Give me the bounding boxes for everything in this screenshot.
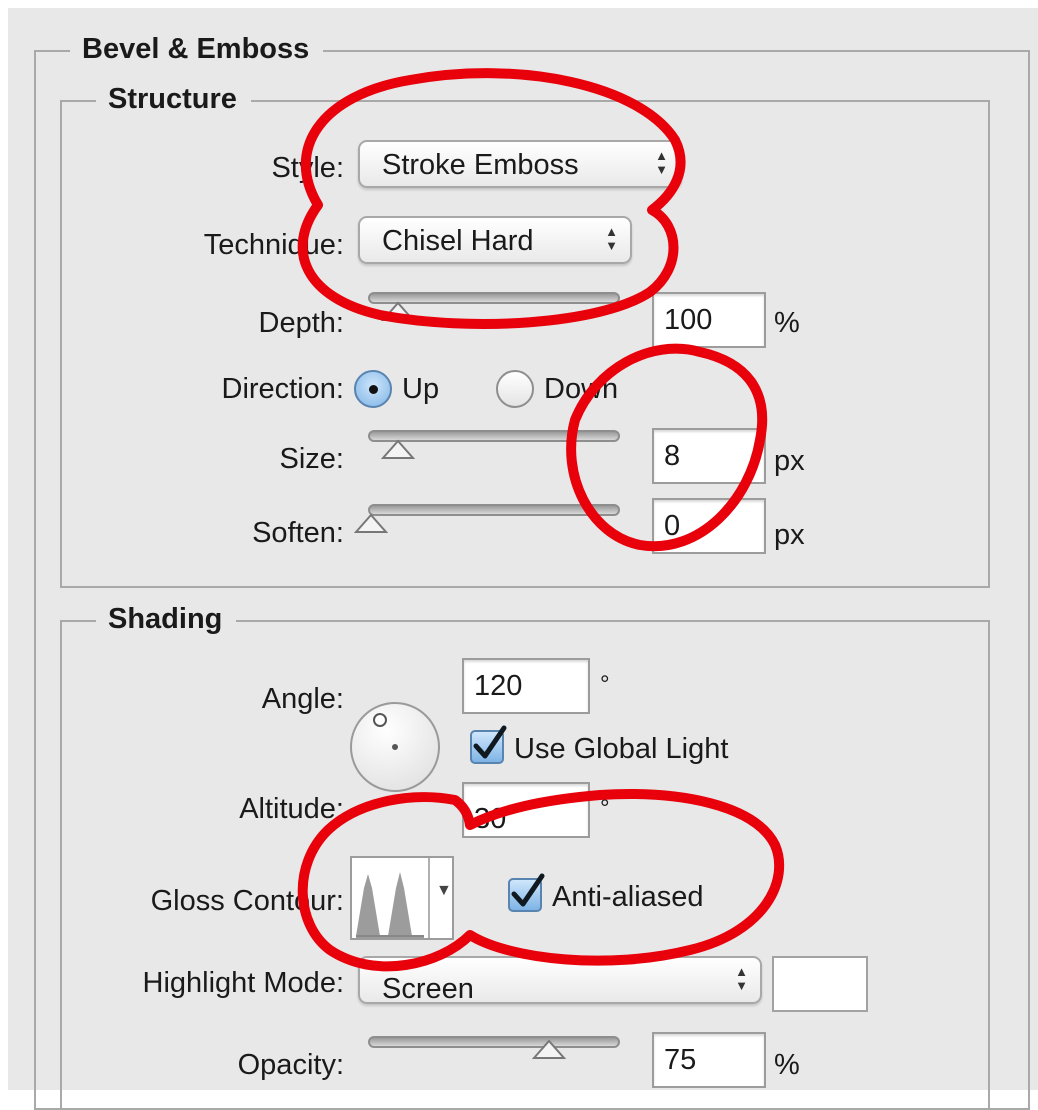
- depth-label: Depth:: [258, 307, 344, 339]
- checkmark-icon: [511, 873, 545, 907]
- angle-dial-indicator-icon: [373, 713, 398, 750]
- soften-input[interactable]: 0: [652, 498, 766, 554]
- opacity-input[interactable]: 75: [652, 1032, 766, 1088]
- direction-up-radio[interactable]: [354, 370, 392, 408]
- angle-value: 120: [474, 670, 523, 702]
- size-value: 8: [664, 440, 681, 472]
- style-value: Stroke Emboss: [382, 149, 579, 181]
- opacity-slider-thumb[interactable]: [531, 1038, 566, 1060]
- soften-label: Soften:: [252, 517, 344, 549]
- highlight-mode-label: Highlight Mode:: [142, 967, 345, 999]
- up-down-arrows-icon: ▲ ▼: [735, 964, 748, 993]
- gloss-contour-label: Gloss Contour:: [150, 885, 344, 917]
- depth-input[interactable]: 100: [652, 292, 766, 348]
- technique-value: Chisel Hard: [382, 225, 534, 257]
- opacity-value: 75: [664, 1044, 697, 1076]
- opacity-label: Opacity:: [237, 1049, 344, 1081]
- layer-style-panel: Bevel & Emboss Structure Style: Stroke E…: [0, 0, 1038, 1110]
- soften-value: 0: [664, 510, 681, 542]
- highlight-color-swatch[interactable]: [772, 956, 868, 1012]
- soften-unit: px: [774, 519, 805, 551]
- direction-label: Direction:: [221, 373, 345, 405]
- size-input[interactable]: 8: [652, 428, 766, 484]
- soften-slider[interactable]: [368, 504, 620, 516]
- contour-preview-icon: [356, 872, 424, 938]
- checkmark-icon: [473, 725, 507, 759]
- opacity-unit: %: [774, 1049, 800, 1081]
- direction-down-radio[interactable]: [496, 370, 534, 408]
- use-global-light-label: Use Global Light: [514, 733, 729, 765]
- use-global-light-checkbox[interactable]: [470, 725, 507, 764]
- altitude-unit: °: [600, 795, 610, 822]
- angle-dial[interactable]: [350, 702, 440, 792]
- highlight-mode-select[interactable]: Screen ▲ ▼: [358, 956, 762, 1005]
- up-down-arrows-icon: ▲ ▼: [655, 148, 668, 177]
- altitude-input[interactable]: 30: [462, 782, 590, 838]
- chevron-down-icon: ▼: [436, 882, 452, 899]
- bevel-emboss-title: Bevel & Emboss: [70, 32, 324, 66]
- structure-title: Structure: [96, 82, 251, 116]
- shading-title: Shading: [96, 602, 237, 636]
- highlight-mode-value: Screen: [382, 973, 474, 1005]
- technique-label: Technique:: [203, 229, 344, 261]
- angle-unit: °: [600, 671, 610, 698]
- anti-aliased-checkbox[interactable]: [508, 873, 545, 912]
- opacity-slider[interactable]: [368, 1036, 620, 1048]
- anti-aliased-label: Anti-aliased: [552, 881, 704, 913]
- angle-input[interactable]: 120: [462, 658, 590, 714]
- style-label: Style:: [271, 152, 344, 184]
- depth-value: 100: [664, 304, 713, 336]
- depth-slider-thumb[interactable]: [381, 300, 416, 322]
- technique-select[interactable]: Chisel Hard ▲ ▼: [358, 216, 632, 264]
- direction-down-label: Down: [544, 373, 619, 405]
- soften-slider-thumb[interactable]: [354, 512, 388, 534]
- size-unit: px: [774, 445, 805, 477]
- depth-unit: %: [774, 307, 800, 339]
- style-select[interactable]: Stroke Emboss ▲ ▼: [358, 140, 682, 188]
- gloss-contour-picker[interactable]: ▼: [350, 856, 454, 940]
- altitude-value: 30: [474, 803, 507, 835]
- up-down-arrows-icon: ▲ ▼: [605, 224, 618, 253]
- direction-up-label: Up: [402, 373, 440, 405]
- altitude-label: Altitude:: [239, 793, 344, 825]
- size-label: Size:: [279, 443, 344, 475]
- radio-selected-dot: [369, 385, 378, 394]
- contour-divider: [428, 858, 430, 938]
- size-slider-thumb[interactable]: [381, 438, 416, 460]
- angle-label: Angle:: [261, 683, 344, 715]
